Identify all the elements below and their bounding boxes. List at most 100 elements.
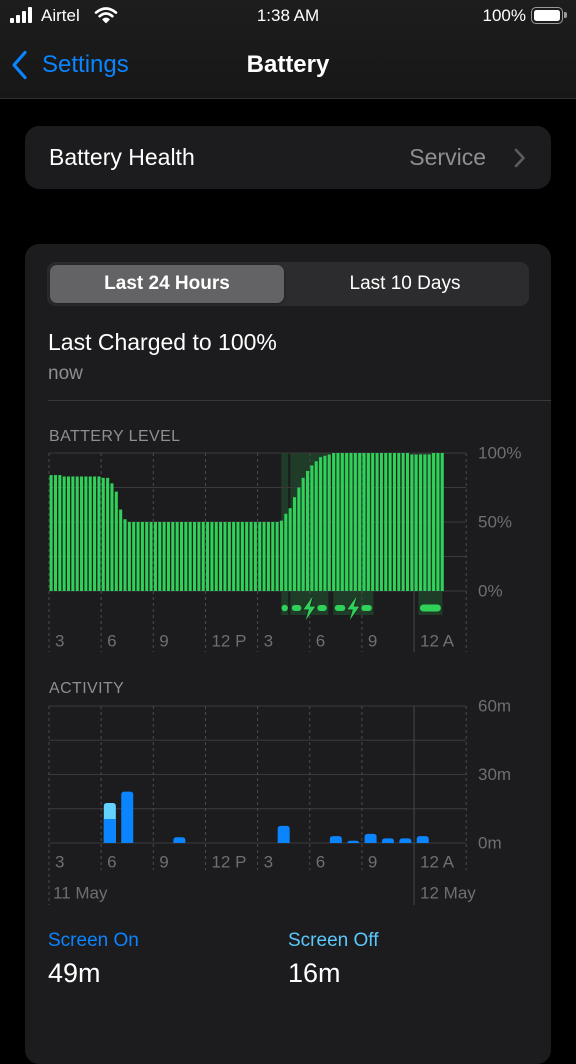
x-axis-label: 3 [264, 853, 273, 872]
battery-level-bar [80, 476, 84, 591]
battery-level-bar [62, 476, 66, 591]
x-axis-label: 9 [159, 632, 168, 651]
battery-level-bar [201, 522, 205, 591]
battery-level-bar [414, 454, 418, 591]
battery-level-bar [93, 476, 97, 591]
battery-health-value: Service [409, 144, 486, 170]
battery-level-bar [288, 508, 292, 591]
battery-level-bar [162, 522, 166, 591]
activity-chart[interactable]: 60m 30m 0m 3 6 9 12 P 3 6 9 12 A 11 May 12 May [0, 700, 576, 910]
battery-level-bar [297, 487, 301, 591]
activity-bar [121, 791, 134, 843]
y-axis-label: 60m [478, 700, 511, 716]
screen-on-segment [277, 825, 290, 843]
battery-level-bar [314, 461, 318, 591]
activity-heading: ACTIVITY [49, 680, 125, 697]
battery-level-bar [336, 453, 340, 591]
x-axis-label: 12 P [211, 853, 246, 872]
battery-level-bar [71, 476, 75, 591]
x-axis-label: 12 P [211, 632, 246, 651]
battery-level-bar [153, 522, 157, 591]
battery-level-bar [206, 522, 210, 591]
battery-level-bar [223, 522, 227, 591]
battery-level-bar [179, 522, 184, 591]
battery-level-bar [171, 522, 175, 591]
x-axis-label: 12 A [420, 853, 455, 872]
battery-level-bar [266, 522, 270, 591]
battery-level-bar [101, 477, 105, 591]
battery-level-bar [110, 483, 114, 591]
battery-level-chart[interactable]: 100% 50% 0% 3 6 9 12 P 3 6 9 12 A [0, 445, 576, 660]
screen-on-label: Screen On [48, 930, 139, 951]
activity-bar [277, 825, 290, 843]
screen-off-label: Screen Off [288, 930, 379, 951]
battery-level-bar [97, 476, 101, 591]
battery-level-bar [166, 522, 170, 591]
battery-level-bar [440, 453, 444, 591]
activity-bar [103, 803, 116, 843]
battery-level-bar [253, 522, 257, 591]
charging-pill [334, 605, 346, 611]
battery-level-bar [114, 491, 118, 591]
battery-level-bar [119, 509, 123, 591]
screen-off-value: 16m [288, 958, 341, 988]
x-axis-label: 3 [55, 632, 64, 651]
battery-level-bar [232, 522, 236, 591]
x-axis-label: 6 [107, 853, 116, 872]
battery-level-bar [145, 522, 149, 591]
divider [48, 400, 551, 401]
battery-level-bar [58, 475, 62, 591]
battery-level-bar [423, 454, 427, 591]
battery-level-bar [340, 453, 344, 591]
battery-level-bar [319, 457, 323, 591]
segment-label: Last 24 Hours [104, 273, 230, 294]
battery-level-bar [210, 522, 214, 591]
activity-bar [416, 836, 429, 843]
battery-level-heading: BATTERY LEVEL [49, 428, 181, 445]
battery-level-bar [66, 476, 71, 591]
x-axis-label: 6 [316, 853, 325, 872]
battery-percent: 100% [482, 6, 526, 25]
battery-level-bar [366, 453, 370, 591]
battery-level-bar [379, 453, 383, 591]
screen-on-segment [121, 791, 134, 843]
charging-pill [317, 605, 327, 611]
battery-level-bar [240, 522, 244, 591]
screen-on-segment [364, 833, 377, 843]
battery-health-row[interactable]: Battery Health Service [25, 126, 551, 189]
x-axis-label: 6 [316, 632, 325, 651]
segment-last-24-hours[interactable]: Last 24 Hours [50, 265, 284, 303]
activity-bar [329, 836, 342, 843]
battery-level-bar [219, 522, 223, 591]
battery-level-bar [214, 522, 218, 591]
battery-level-bar [306, 470, 310, 591]
battery-level-bar [332, 453, 336, 591]
y-axis-label: 50% [478, 513, 512, 532]
battery-level-bar [184, 522, 188, 591]
battery-level-bar [323, 455, 327, 591]
screen-on-value: 49m [48, 958, 101, 988]
battery-level-bar [345, 453, 349, 591]
date-label: 11 May [53, 884, 108, 903]
charging-indicator [281, 604, 288, 612]
screen-on-segment [329, 836, 342, 843]
charging-indicator [419, 604, 441, 612]
last-charged-time: now [48, 363, 83, 384]
battery-level-bar [188, 522, 192, 591]
battery-level-bar [262, 522, 266, 591]
battery-level-bar [275, 522, 279, 591]
segment-last-10-days[interactable]: Last 10 Days [284, 265, 526, 303]
battery-icon-nub [564, 12, 567, 18]
battery-level-bar [88, 476, 92, 591]
battery-level-bar [418, 454, 423, 591]
battery-level-bar [193, 522, 197, 591]
charging-pill [361, 605, 372, 611]
x-axis-label: 6 [107, 632, 116, 651]
battery-level-bar [392, 453, 396, 591]
x-axis-label: 9 [368, 632, 377, 651]
date-label: 12 May [420, 884, 476, 903]
battery-level-bar [362, 453, 366, 591]
activity-bar [381, 838, 394, 843]
battery-level-bar [75, 476, 79, 591]
battery-level-bar [388, 453, 392, 591]
